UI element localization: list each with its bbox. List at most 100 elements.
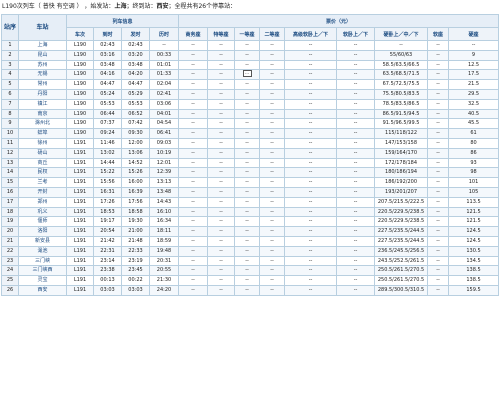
station-cell: 上海	[18, 40, 67, 51]
hard-sleeper-fare-cell: 91.5/96.5/99.5	[374, 118, 429, 130]
soft-seat-fare-cell: --	[427, 186, 450, 198]
first-class-fare-cell: --	[234, 147, 261, 159]
business-fare-cell: --	[178, 128, 209, 139]
station-cell: 巩义	[18, 206, 67, 218]
train-cell: L191	[66, 284, 94, 296]
soft-sleeper-fare-cell: --	[336, 216, 376, 228]
soft-seat-fare-cell: --	[427, 40, 450, 51]
col-header-second: 二等座	[259, 27, 286, 41]
train-cell: L191	[66, 137, 94, 149]
duration-cell: 20:55	[148, 265, 180, 277]
soft-seat-fare-cell: --	[427, 49, 450, 61]
soft-seat-fare-cell: --	[427, 177, 450, 188]
deluxe-sleeper-fare-cell: --	[284, 196, 338, 208]
hard-seat-fare-cell: 86	[448, 147, 500, 159]
hard-sleeper-fare-cell: 220.5/229.5/238.5	[374, 216, 429, 228]
station-cell: 开封	[18, 186, 67, 198]
station-cell: 灵宝	[18, 275, 67, 286]
first-class-fare-cell: --	[234, 206, 261, 218]
duration-cell: 12:39	[148, 167, 180, 179]
depart-cell: 05:53	[121, 98, 150, 110]
col-header-arrive: 到时	[93, 27, 122, 41]
second-class-fare-cell: --	[259, 137, 286, 149]
deluxe-sleeper-fare-cell: --	[284, 40, 338, 51]
train-cell: L190	[66, 79, 94, 90]
soft-sleeper-fare-cell: --	[336, 128, 376, 139]
seq-cell: 1	[1, 40, 19, 51]
seq-cell: 22	[1, 245, 19, 257]
duration-cell: 02:41	[148, 88, 180, 100]
duration-cell: 13:48	[148, 186, 180, 198]
arrive-cell: 15:56	[93, 177, 122, 188]
business-fare-cell: --	[178, 49, 209, 61]
soft-sleeper-fare-cell: --	[336, 118, 376, 130]
business-fare-cell: --	[178, 137, 209, 149]
arrive-cell: 14:44	[93, 157, 122, 169]
depart-cell: 05:29	[121, 88, 150, 100]
duration-cell: 09:03	[148, 137, 180, 149]
soft-sleeper-fare-cell: --	[336, 235, 376, 247]
soft-sleeper-fare-cell: --	[336, 196, 376, 208]
soft-seat-fare-cell: --	[427, 118, 450, 130]
first-class-fare-cell: --	[234, 40, 261, 51]
soft-seat-fare-cell: --	[427, 98, 450, 110]
second-class-fare-cell: --	[259, 196, 286, 208]
seq-cell: 3	[1, 59, 19, 71]
hard-sleeper-fare-cell: 207.5/215.5/222.5	[374, 196, 429, 208]
arrive-cell: 18:53	[93, 206, 122, 218]
train-cell: L191	[66, 216, 94, 228]
table-row: 9 滁州北 L190 07:37 07:42 04:54 -- -- -- -- -- -- 91.5/…	[1, 118, 500, 130]
second-class-fare-cell: --	[259, 275, 286, 286]
first-class-fare-cell: --	[234, 186, 261, 198]
first-class-fare-cell: --	[234, 255, 261, 267]
hard-seat-fare-cell: 93	[448, 157, 500, 169]
second-class-fare-cell: --	[259, 167, 286, 179]
page-title: L190次列车（ 普快 有空调 ） ，始发站：上海；终到站：西安；全程共有26个…	[0, 0, 500, 14]
hard-sleeper-fare-cell: 63.5/68.5/71.5	[374, 69, 429, 81]
hard-seat-fare-cell: 12.5	[448, 59, 500, 71]
arrive-cell: 23:38	[93, 265, 122, 277]
table-row: 8 南京 L190 06:44 06:52 04:01 -- -- -- -- -- -- 86.5/9…	[1, 108, 500, 120]
hard-sleeper-fare-cell: 55/60/63	[374, 49, 429, 61]
arrive-cell: 16:31	[93, 186, 122, 198]
timetable-body: 1 上海 L190 02:43 02:43 -- -- -- -- -- -- -- -- -- -- 2 昆山…	[1, 40, 500, 296]
soft-sleeper-fare-cell: --	[336, 206, 376, 218]
duration-cell: 24:20	[148, 284, 180, 296]
deluxe-sleeper-fare-cell: --	[284, 88, 338, 100]
premium-fare-cell: --	[207, 255, 236, 267]
col-header-hard-sleeper: 硬卧上／中／下	[374, 27, 429, 41]
table-row: 24 三门峡西 L191 23:38 23:45 20:55 -- -- -- -- -- -- 250…	[1, 265, 500, 277]
premium-fare-cell: --	[207, 59, 236, 71]
hard-sleeper-fare-cell: 67.5/72.5/75.5	[374, 79, 429, 90]
soft-sleeper-fare-cell: --	[336, 245, 376, 257]
train-cell: L191	[66, 235, 94, 247]
col-header-duration: 历时	[148, 27, 180, 41]
second-class-fare-cell: --	[259, 98, 286, 110]
train-cell: L191	[66, 226, 94, 237]
first-class-fare-cell: --	[234, 108, 261, 120]
arrive-cell: 00:13	[93, 275, 122, 286]
hard-seat-fare-cell: 29.5	[448, 88, 500, 100]
hard-sleeper-fare-cell: 58.5/63.5/66.5	[374, 59, 429, 71]
depart-cell: 22:33	[121, 245, 150, 257]
premium-fare-cell: --	[207, 235, 236, 247]
business-fare-cell: --	[178, 245, 209, 257]
deluxe-sleeper-fare-cell: --	[284, 108, 338, 120]
popup-icon[interactable]: ···	[242, 70, 252, 78]
business-fare-cell: --	[178, 206, 209, 218]
hard-seat-fare-cell: 159.5	[448, 284, 500, 296]
arrive-cell: 03:03	[93, 284, 122, 296]
train-cell: L191	[66, 265, 94, 277]
deluxe-sleeper-fare-cell: --	[284, 147, 338, 159]
premium-fare-cell: --	[207, 49, 236, 61]
deluxe-sleeper-fare-cell: --	[284, 69, 338, 81]
duration-cell: 01:01	[148, 59, 180, 71]
depart-cell: 02:43	[121, 40, 150, 51]
soft-seat-fare-cell: --	[427, 128, 450, 139]
business-fare-cell: --	[178, 216, 209, 228]
table-row: 5 常州 L190 04:47 04:47 02:04 -- -- -- -- -- -- 67.5/7…	[1, 79, 500, 90]
train-cell: L190	[66, 49, 94, 61]
soft-seat-fare-cell: --	[427, 108, 450, 120]
premium-fare-cell: --	[207, 147, 236, 159]
second-class-fare-cell: --	[259, 88, 286, 100]
